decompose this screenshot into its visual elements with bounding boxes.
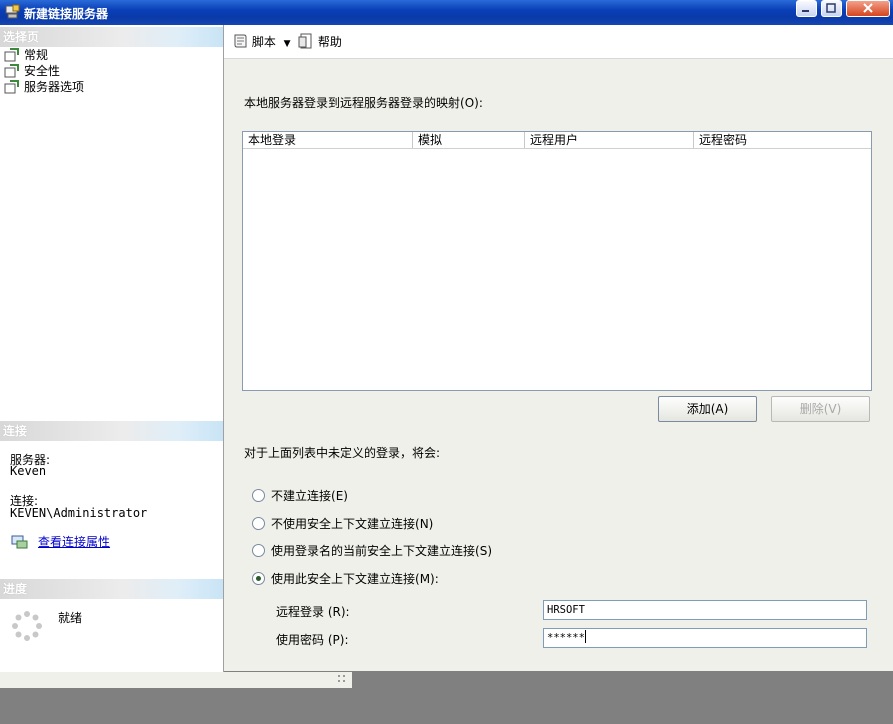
column-header-impersonate[interactable]: 模拟 — [413, 132, 525, 149]
radio-this-security-context[interactable]: 使用此安全上下文建立连接(M): — [252, 571, 439, 587]
radio-button-selected[interactable] — [252, 572, 265, 585]
close-icon — [863, 3, 873, 13]
help-button[interactable]: 帮助 — [298, 33, 342, 51]
remove-button[interactable]: 删除(V) — [771, 396, 870, 422]
minimize-icon — [802, 10, 809, 12]
resize-grip-icon[interactable] — [336, 673, 348, 685]
page-icon — [4, 80, 19, 94]
radio-current-security-context[interactable]: 使用登录名的当前安全上下文建立连接(S) — [252, 543, 492, 559]
server-icon — [5, 4, 20, 19]
page-icon — [4, 48, 19, 62]
login-mapping-grid[interactable]: 本地登录 模拟 远程用户 远程密码 — [242, 131, 872, 391]
title-bar[interactable]: 新建链接服务器 — [0, 0, 893, 25]
remote-login-label: 远程登录 (R): — [276, 605, 350, 619]
radio-no-security-context[interactable]: 不使用安全上下文建立连接(N) — [252, 516, 433, 532]
column-header-remote-password[interactable]: 远程密码 — [694, 132, 871, 149]
connection-properties-icon — [11, 535, 28, 549]
view-connection-properties-link[interactable]: 查看连接属性 — [38, 533, 110, 550]
connection-value: KEVEN\Administrator — [10, 506, 148, 520]
select-page-header: 选择页 — [0, 27, 223, 47]
radio-button[interactable] — [252, 489, 265, 502]
page-item-server-options[interactable]: 服务器选项 — [4, 79, 84, 95]
progress-header: 进度 — [0, 579, 223, 599]
column-header-local-login[interactable]: 本地登录 — [243, 132, 413, 149]
script-icon — [234, 34, 247, 48]
restore-icon — [826, 3, 836, 13]
progress-status: 就绪 — [58, 611, 83, 625]
left-panel: 选择页 常规 安全性 服务器选项 连接 服务器: Keven 连接: KEVEN… — [0, 25, 224, 677]
maximize-button[interactable] — [821, 0, 842, 17]
add-button[interactable]: 添加(A) — [658, 396, 757, 422]
progress-spinner-icon — [12, 611, 42, 641]
chevron-down-icon: ▼ — [283, 39, 291, 49]
status-bar — [0, 672, 352, 688]
mapping-hotkey: (O): — [460, 96, 483, 110]
text-cursor — [584, 630, 586, 643]
password-input[interactable]: ****** — [543, 628, 867, 648]
page-item-security[interactable]: 安全性 — [4, 63, 60, 79]
window-title: 新建链接服务器 — [24, 7, 109, 21]
password-label: 使用密码 (P): — [276, 633, 349, 647]
mapping-label: 本地服务器登录到远程服务器登录的映射(O): — [244, 96, 483, 110]
radio-button[interactable] — [252, 544, 265, 557]
page-item-general[interactable]: 常规 — [4, 47, 48, 63]
minimize-button[interactable] — [796, 0, 817, 17]
script-button[interactable]: 脚本 ▼ — [232, 33, 291, 51]
server-value: Keven — [10, 464, 47, 478]
close-button[interactable] — [846, 0, 890, 17]
help-icon — [298, 33, 312, 49]
column-header-remote-user[interactable]: 远程用户 — [525, 132, 694, 149]
radio-no-connection[interactable]: 不建立连接(E) — [252, 488, 348, 504]
radio-button[interactable] — [252, 517, 265, 530]
page-icon — [4, 64, 19, 78]
toolbar: 脚本 ▼ 帮助 — [224, 25, 893, 59]
remote-login-input[interactable]: HRSOFT — [543, 600, 867, 620]
connection-header: 连接 — [0, 421, 223, 441]
undefined-logins-label: 对于上面列表中未定义的登录，将会: — [244, 446, 441, 460]
